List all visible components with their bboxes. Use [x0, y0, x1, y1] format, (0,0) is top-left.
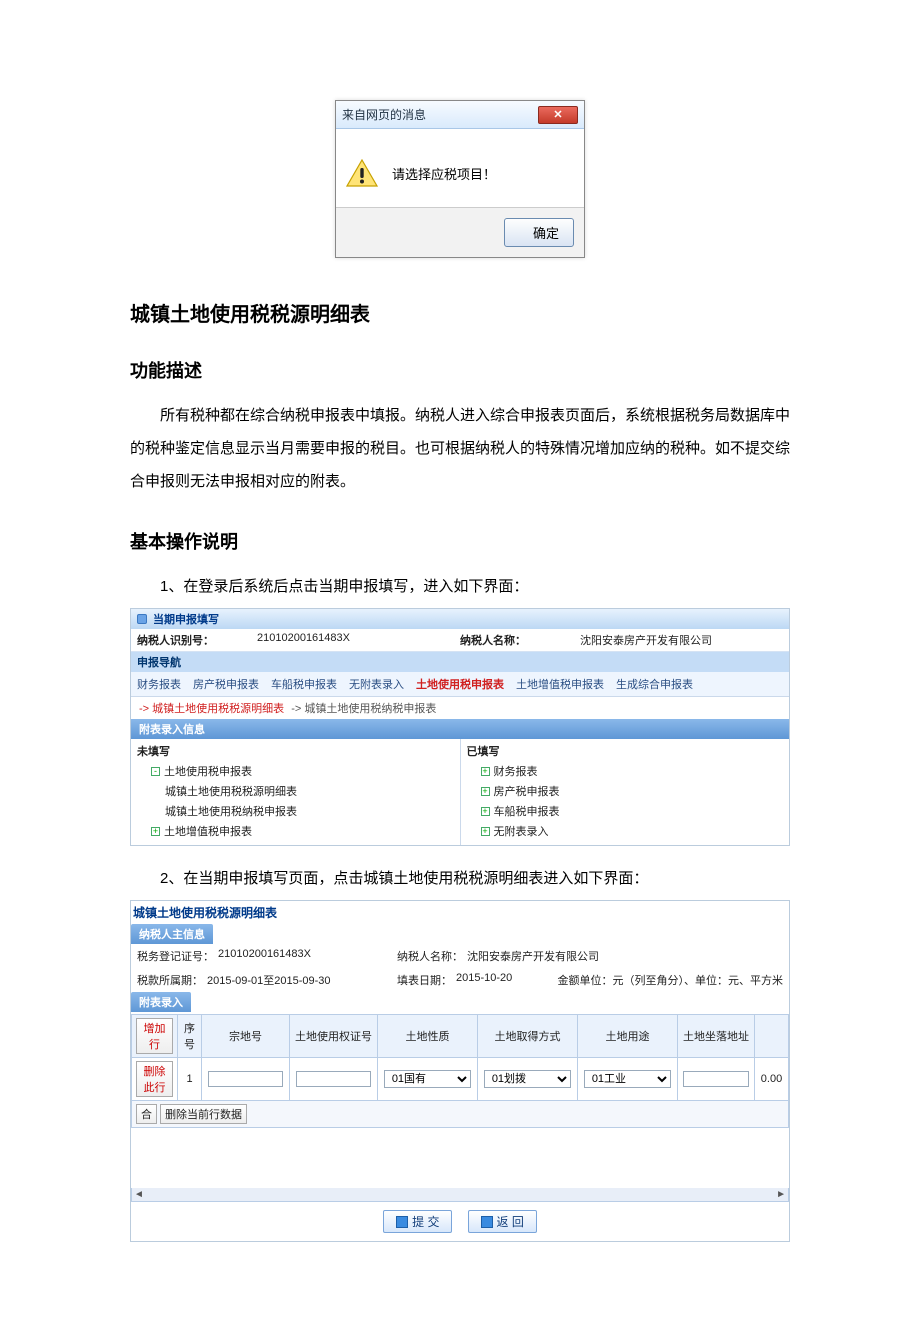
cell-last: 0.00: [755, 1058, 789, 1101]
step-2-text: 2、在当期申报填写页面，点击城镇土地使用税税源明细表进入如下界面：: [130, 864, 790, 894]
report-tabs: 财务报表 房产税申报表 车船税申报表 无附表录入 土地使用税申报表 土地增值税申…: [131, 672, 789, 697]
nav-header: 申报导航: [131, 652, 789, 672]
taxpayer-name-value: 沈阳安泰房产开发有限公司: [580, 632, 783, 648]
function-description-body: 所有税种都在综合纳税申报表中填报。纳税人进入综合申报表页面后，系统根据税务局数据…: [130, 399, 790, 498]
period-label: 税款所属期：: [137, 972, 203, 988]
table-header-row: 增加行 序号 宗地号 土地使用权证号 土地性质 土地取得方式 土地用途 土地坐落…: [132, 1015, 789, 1058]
attachment-entry-header: 附表录入信息: [131, 719, 789, 739]
tree-item-tax-declare[interactable]: 城镇土地使用税纳税申报表: [165, 803, 297, 819]
col-seq: 序号: [178, 1015, 202, 1058]
submit-icon: [396, 1216, 408, 1228]
breadcrumb-next[interactable]: -> 城镇土地使用税纳税申报表: [291, 703, 436, 715]
filled-item-vehicle[interactable]: 车船税申报表: [494, 803, 560, 819]
horizontal-scrollbar[interactable]: ◄ ►: [131, 1188, 789, 1202]
fill-date-label: 填表日期：: [397, 972, 452, 988]
tab-no-attachment[interactable]: 无附表录入: [349, 676, 404, 692]
current-period-filling-panel: 当期申报填写 纳税人识别号： 21010200161483X 纳税人名称： 沈阳…: [130, 608, 790, 846]
dialog-message: 请选择应税项目！: [392, 164, 496, 183]
taxpayer-name-label: 纳税人名称：: [460, 632, 580, 648]
step-1-text: 1、在登录后系统后点击当期申报填写，进入如下界面：: [130, 572, 790, 602]
panel-title: 城镇土地使用税税源明细表: [131, 901, 789, 924]
col-address: 土地坐落地址: [678, 1015, 755, 1058]
source-detail-table: 增加行 序号 宗地号 土地使用权证号 土地性质 土地取得方式 土地用途 土地坐落…: [131, 1014, 789, 1128]
filled-item-noattach[interactable]: 无附表录入: [494, 823, 549, 839]
fill-date-value: 2015-10-20: [456, 972, 512, 988]
taxpayer-name-value2: 沈阳安泰房产开发有限公司: [467, 948, 599, 964]
tree-expand-icon[interactable]: [481, 807, 490, 816]
window-title: 当期申报填写: [153, 611, 219, 627]
function-description-heading: 功能描述: [130, 357, 790, 383]
breadcrumb-active[interactable]: -> 城镇土地使用税税源明细表: [139, 703, 284, 715]
clear-row-button[interactable]: 删除当前行数据: [160, 1104, 247, 1124]
section-heading: 城镇土地使用税税源明细表: [130, 298, 790, 327]
period-value: 2015-09-01至2015-09-30: [207, 972, 331, 988]
tree-expand-icon[interactable]: [481, 767, 490, 776]
ok-button[interactable]: 确定: [504, 218, 574, 247]
submit-label: 提 交: [412, 1213, 439, 1230]
col-cert: 土地使用权证号: [290, 1015, 378, 1058]
col-extra: [755, 1015, 789, 1058]
warning-icon: [346, 159, 378, 187]
usage-select[interactable]: 01工业: [584, 1070, 671, 1088]
scroll-right-icon[interactable]: ►: [776, 1189, 786, 1200]
tree-expand-icon[interactable]: [481, 787, 490, 796]
col-parcel: 宗地号: [202, 1015, 290, 1058]
delete-row-button[interactable]: 删除此行: [136, 1061, 173, 1097]
submit-button[interactable]: 提 交: [383, 1210, 452, 1233]
taxpayer-info-header: 纳税人主信息: [131, 924, 213, 944]
tab-property-tax[interactable]: 房产税申报表: [193, 676, 259, 692]
taxpayer-name-label2: 纳税人名称：: [397, 948, 463, 964]
webpage-message-dialog: 来自网页的消息 ✕ 请选择应税项目！ 确定: [335, 100, 585, 258]
taxpayer-id-value: 21010200161483X: [257, 632, 460, 648]
address-input[interactable]: [683, 1071, 748, 1087]
table-tool-row: 合 删除当前行数据: [132, 1101, 789, 1128]
tab-land-vat[interactable]: 土地增值税申报表: [516, 676, 604, 692]
unfilled-title: 未填写: [137, 743, 454, 761]
filled-item-financial[interactable]: 财务报表: [494, 763, 538, 779]
tree-collapse-icon[interactable]: [151, 767, 160, 776]
cert-input[interactable]: [296, 1071, 372, 1087]
parcel-input[interactable]: [208, 1071, 284, 1087]
col-nature: 土地性质: [378, 1015, 478, 1058]
back-icon: [481, 1216, 493, 1228]
reg-no-value: 21010200161483X: [218, 948, 311, 964]
tree-root-land-vat[interactable]: 土地增值税申报表: [164, 823, 252, 839]
attachment-entry-header2: 附表录入: [131, 992, 191, 1012]
back-label: 返 回: [497, 1213, 524, 1230]
close-icon[interactable]: ✕: [538, 106, 578, 124]
tab-generate-combined[interactable]: 生成综合申报表: [616, 676, 693, 692]
tab-vehicle-tax[interactable]: 车船税申报表: [271, 676, 337, 692]
filled-column: 已填写 财务报表 房产税申报表 车船税申报表 无附表录入: [460, 739, 790, 845]
basic-ops-heading: 基本操作说明: [130, 528, 790, 554]
land-tax-source-detail-panel: 城镇土地使用税税源明细表 纳税人主信息 税务登记证号：2101020016148…: [130, 900, 790, 1242]
dialog-title: 来自网页的消息: [342, 106, 426, 123]
tree-expand-icon[interactable]: [481, 827, 490, 836]
nature-select[interactable]: 01国有: [384, 1070, 471, 1088]
scroll-left-icon[interactable]: ◄: [134, 1189, 144, 1200]
tab-financial[interactable]: 财务报表: [137, 676, 181, 692]
unfilled-column: 未填写 土地使用税申报表 城镇土地使用税税源明细表 城镇土地使用税纳税申报表 土…: [131, 739, 460, 845]
taxpayer-id-label: 纳税人识别号：: [137, 632, 257, 648]
col-usage: 土地用途: [578, 1015, 678, 1058]
reg-no-label: 税务登记证号：: [137, 948, 214, 964]
cell-seq: 1: [178, 1058, 202, 1101]
back-button[interactable]: 返 回: [468, 1210, 537, 1233]
tree-item-source-detail[interactable]: 城镇土地使用税税源明细表: [165, 783, 297, 799]
filled-title: 已填写: [467, 743, 784, 761]
col-acquire: 土地取得方式: [478, 1015, 578, 1058]
table-row: 删除此行 1 01国有 01划拨 01工业 0.00: [132, 1058, 789, 1101]
tree-root-land-use[interactable]: 土地使用税申报表: [164, 763, 252, 779]
filled-item-property[interactable]: 房产税申报表: [494, 783, 560, 799]
add-row-button[interactable]: 增加行: [136, 1018, 173, 1054]
window-icon: [137, 614, 147, 624]
unit-note: 金额单位：元（列至角分）、单位：元、平方米: [558, 972, 784, 988]
tree-expand-icon[interactable]: [151, 827, 160, 836]
acquire-select[interactable]: 01划拨: [484, 1070, 571, 1088]
merge-button[interactable]: 合: [136, 1104, 157, 1124]
dialog-titlebar: 来自网页的消息 ✕: [336, 101, 584, 129]
tab-land-use-tax[interactable]: 土地使用税申报表: [416, 676, 504, 692]
